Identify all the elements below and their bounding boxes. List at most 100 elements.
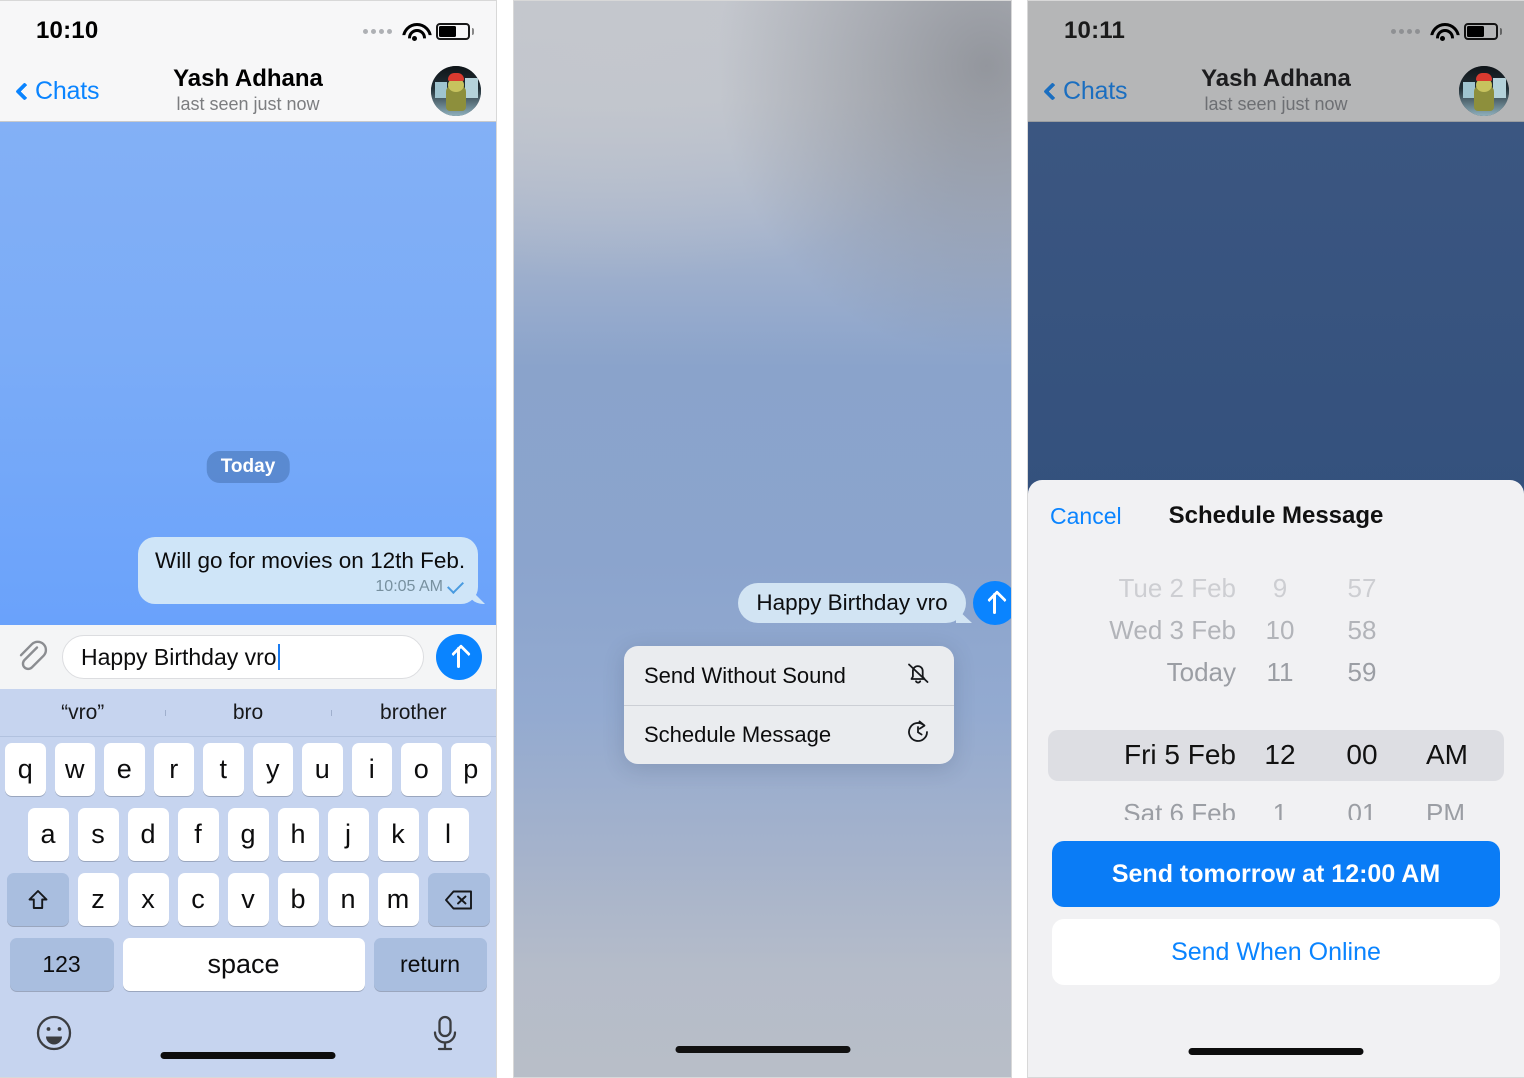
send-button[interactable] bbox=[973, 581, 1011, 625]
picker-row[interactable]: Sat 6 Feb 1 01 PM bbox=[1040, 791, 1512, 821]
key-i[interactable]: i bbox=[351, 743, 392, 796]
prediction-bar: “vro” bro brother bbox=[0, 689, 496, 737]
picker-row-selected[interactable]: Fri 5 Feb 12 00 AM bbox=[1040, 733, 1512, 777]
message-input-bar: Happy Birthday vro bbox=[0, 625, 496, 689]
check-read-icon bbox=[447, 577, 464, 594]
picker-hour: 11 bbox=[1266, 656, 1294, 687]
menu-item-send-without-sound[interactable]: Send Without Sound bbox=[624, 646, 954, 705]
status-indicators bbox=[1391, 22, 1502, 41]
key-a[interactable]: a bbox=[27, 808, 69, 861]
picker-hour: 9 bbox=[1272, 572, 1288, 603]
send-when-online-button[interactable]: Send When Online bbox=[1052, 919, 1500, 985]
back-label: Chats bbox=[1063, 76, 1128, 105]
return-key[interactable]: return bbox=[373, 938, 487, 991]
key-q[interactable]: q bbox=[5, 743, 46, 796]
key-w[interactable]: w bbox=[54, 743, 95, 796]
chat-messages-area: Today Will go for movies on 12th Feb. 10… bbox=[0, 122, 496, 625]
avatar[interactable] bbox=[1459, 66, 1509, 116]
send-scheduled-button[interactable]: Send tomorrow at 12:00 AM bbox=[1052, 841, 1500, 907]
arrow-up-icon bbox=[450, 645, 468, 669]
picker-row[interactable]: Today 11 59 bbox=[1040, 650, 1512, 694]
battery-icon bbox=[1464, 22, 1502, 40]
draft-message-bubble[interactable]: Happy Birthday vro bbox=[738, 583, 966, 623]
prediction-1[interactable]: bro bbox=[165, 701, 330, 725]
key-t[interactable]: t bbox=[203, 743, 244, 796]
chevron-left-icon bbox=[1043, 81, 1062, 101]
sheet-header: Cancel Schedule Message bbox=[1028, 480, 1524, 552]
picker-hour: 10 bbox=[1265, 614, 1295, 645]
key-x[interactable]: x bbox=[127, 873, 169, 926]
chevron-left-icon bbox=[15, 81, 34, 101]
key-r[interactable]: r bbox=[153, 743, 194, 796]
prediction-0[interactable]: “vro” bbox=[0, 701, 165, 725]
day-separator: Today bbox=[206, 451, 290, 483]
microphone-icon[interactable] bbox=[428, 1013, 462, 1058]
key-g[interactable]: g bbox=[227, 808, 269, 861]
smiley-emoji-icon[interactable] bbox=[34, 1013, 74, 1058]
draft-message-text: Happy Birthday vro bbox=[756, 590, 948, 615]
key-n[interactable]: n bbox=[327, 873, 369, 926]
send-button[interactable] bbox=[436, 634, 482, 680]
status-bar: 10:11 bbox=[1028, 1, 1524, 61]
panel-schedule-message-sheet: 10:11 Chats Yash Adhana last seen just n… bbox=[1027, 0, 1524, 1078]
picker-date: Tue 2 Feb bbox=[1118, 572, 1236, 603]
key-p[interactable]: p bbox=[450, 743, 491, 796]
delete-key[interactable] bbox=[427, 873, 490, 926]
numeric-key[interactable]: 123 bbox=[9, 938, 114, 991]
message-text: Will go for movies on 12th Feb. bbox=[155, 548, 466, 574]
picker-ampm: AM bbox=[1426, 739, 1468, 770]
wifi-icon bbox=[1429, 22, 1455, 41]
key-f[interactable]: f bbox=[177, 808, 219, 861]
key-e[interactable]: e bbox=[104, 743, 145, 796]
key-m[interactable]: m bbox=[377, 873, 419, 926]
key-y[interactable]: y bbox=[252, 743, 293, 796]
shift-key[interactable] bbox=[6, 873, 69, 926]
wifi-icon bbox=[401, 22, 427, 41]
key-s[interactable]: s bbox=[77, 808, 119, 861]
cancel-button[interactable]: Cancel bbox=[1050, 503, 1122, 530]
picker-ampm: PM bbox=[1426, 797, 1465, 821]
back-to-chats-button[interactable]: Chats bbox=[14, 77, 100, 106]
space-key[interactable]: space bbox=[122, 938, 365, 991]
back-to-chats-button[interactable]: Chats bbox=[1042, 76, 1128, 106]
menu-item-label: Schedule Message bbox=[644, 722, 832, 747]
key-b[interactable]: b bbox=[277, 873, 319, 926]
blurred-chat-background bbox=[514, 1, 1011, 1077]
key-j[interactable]: j bbox=[327, 808, 369, 861]
shift-arrow-icon bbox=[26, 888, 50, 912]
avatar[interactable] bbox=[431, 66, 481, 116]
text-caret bbox=[277, 644, 281, 670]
send-options-context-menu: Send Without Sound Schedule Message bbox=[624, 646, 954, 764]
page-title: Yash Adhana bbox=[1201, 65, 1351, 93]
paperclip-icon[interactable] bbox=[12, 638, 50, 676]
key-k[interactable]: k bbox=[377, 808, 419, 861]
key-h[interactable]: h bbox=[277, 808, 319, 861]
keyboard-row-2: a s d f g h j k l bbox=[0, 802, 496, 867]
key-o[interactable]: o bbox=[401, 743, 442, 796]
key-u[interactable]: u bbox=[302, 743, 343, 796]
menu-item-label: Send Without Sound bbox=[644, 662, 846, 688]
arrow-up-icon bbox=[986, 591, 1004, 615]
screenshot-stage: 10:10 Chats Yash Adhana last seen just n… bbox=[0, 0, 1524, 1078]
message-meta: 10:05 AM bbox=[155, 577, 464, 596]
menu-item-schedule-message[interactable]: Schedule Message bbox=[624, 705, 954, 764]
picker-row[interactable]: Tue 2 Feb 9 57 bbox=[1040, 566, 1512, 610]
picker-minute: 00 bbox=[1346, 739, 1378, 770]
panel-compose-with-keyboard: 10:10 Chats Yash Adhana last seen just n… bbox=[0, 0, 497, 1078]
picker-row[interactable]: Wed 3 Feb 10 58 bbox=[1040, 608, 1512, 652]
key-l[interactable]: l bbox=[427, 808, 469, 861]
schedule-message-sheet: Cancel Schedule Message Tue 2 Feb 9 57 W… bbox=[1028, 480, 1524, 1077]
datetime-picker[interactable]: Tue 2 Feb 9 57 Wed 3 Feb 10 58 Today 11 bbox=[1040, 552, 1512, 820]
outgoing-message-bubble[interactable]: Will go for movies on 12th Feb. 10:05 AM bbox=[138, 537, 478, 604]
key-d[interactable]: d bbox=[127, 808, 169, 861]
key-v[interactable]: v bbox=[227, 873, 269, 926]
message-input-value: Happy Birthday vro bbox=[81, 643, 277, 670]
page-title: Yash Adhana bbox=[173, 65, 323, 93]
key-z[interactable]: z bbox=[77, 873, 119, 926]
prediction-2[interactable]: brother bbox=[330, 701, 496, 725]
message-input[interactable]: Happy Birthday vro bbox=[62, 635, 424, 679]
status-time: 10:10 bbox=[36, 17, 99, 44]
key-c[interactable]: c bbox=[177, 873, 219, 926]
navigation-bar: Chats Yash Adhana last seen just now bbox=[0, 61, 496, 122]
backspace-delete-icon bbox=[444, 889, 474, 911]
